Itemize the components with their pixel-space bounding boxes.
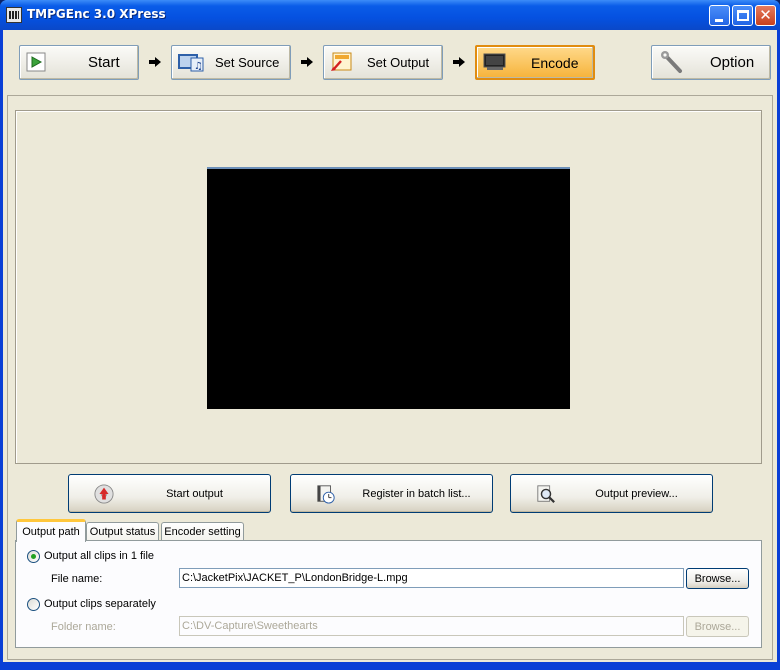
folder-name-field[interactable]: C:\DV-Capture\Sweethearts — [179, 616, 684, 636]
folder-browse-button[interactable]: Browse... — [686, 616, 749, 637]
video-preview — [207, 167, 570, 409]
window-bottom-border — [0, 662, 780, 670]
maximize-button[interactable] — [732, 5, 753, 26]
output-preview-button[interactable]: Output preview... — [510, 474, 713, 513]
output-all-clips-radio[interactable] — [27, 550, 40, 563]
app-icon[interactable] — [6, 7, 22, 23]
start-step-label: Start — [88, 54, 120, 71]
set-source-step-button[interactable]: ♫ Set Source — [171, 45, 291, 80]
batch-clock-icon — [317, 485, 335, 504]
tab-output-path[interactable]: Output path — [16, 519, 86, 542]
arrow-right-icon — [149, 57, 161, 67]
output-separately-radio[interactable] — [27, 598, 40, 611]
set-output-step-label: Set Output — [367, 55, 430, 70]
tab-output-status[interactable]: Output status — [86, 522, 159, 541]
minimize-button[interactable] — [709, 5, 730, 26]
register-batch-button[interactable]: Register in batch list... — [290, 474, 493, 513]
maximize-icon — [737, 10, 749, 21]
start-step-button[interactable]: Start — [19, 45, 139, 80]
minimize-icon — [715, 19, 723, 22]
output-separately-label: Output clips separately — [44, 598, 156, 610]
folder-name-label: Folder name: — [51, 621, 116, 633]
option-button[interactable]: Option — [651, 45, 771, 80]
register-batch-label: Register in batch list... — [362, 487, 471, 500]
output-preview-label: Output preview... — [595, 487, 678, 500]
monitor-icon — [483, 53, 506, 70]
file-name-label: File name: — [51, 573, 103, 585]
encode-step-button[interactable]: Encode — [475, 45, 595, 80]
close-button[interactable]: ✕ — [755, 5, 776, 26]
arrow-right-icon — [453, 57, 465, 67]
set-source-step-label: Set Source — [215, 55, 280, 70]
window-title: TMPGEnc 3.0 XPress — [27, 7, 166, 21]
arrow-right-icon — [301, 57, 313, 67]
wrench-icon — [661, 51, 682, 73]
start-output-label: Start output — [166, 487, 223, 500]
tab-encoder-setting[interactable]: Encoder setting — [161, 522, 244, 541]
close-icon: ✕ — [759, 6, 772, 24]
play-icon — [26, 52, 46, 72]
title-bar[interactable]: TMPGEnc 3.0 XPress ✕ — [0, 0, 780, 30]
start-output-button[interactable]: Start output — [68, 474, 271, 513]
option-label: Option — [710, 54, 755, 71]
file-browse-button[interactable]: Browse... — [686, 568, 749, 589]
output-film-icon — [331, 52, 352, 71]
disc-output-icon — [94, 484, 114, 504]
output-all-clips-label: Output all clips in 1 file — [44, 550, 155, 562]
file-name-field[interactable]: C:\JacketPix\JACKET_P\LondonBridge-L.mpg — [179, 568, 684, 588]
encode-step-label: Encode — [531, 54, 579, 71]
film-music-icon: ♫ — [178, 54, 204, 72]
svg-text:♫: ♫ — [194, 61, 203, 72]
set-output-step-button[interactable]: Set Output — [323, 45, 443, 80]
magnifier-icon — [537, 485, 555, 503]
